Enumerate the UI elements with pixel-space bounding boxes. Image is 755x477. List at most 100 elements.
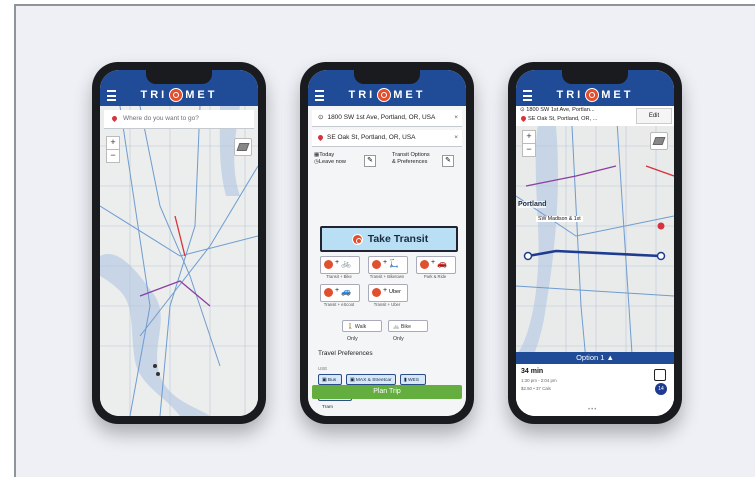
transit-options-selector[interactable]: Transit Options & Preferences: [392, 152, 442, 174]
route-badge: 14: [655, 383, 667, 395]
trimet-logo-icon: [377, 88, 392, 103]
zoom-out-button[interactable]: −: [106, 149, 120, 163]
brand-text: MET: [185, 89, 218, 102]
brand-text: MET: [601, 89, 634, 102]
mode-transit-uber[interactable]: + Uber: [368, 284, 408, 302]
brand-text: TRI: [556, 89, 584, 102]
mode-caption: Transit + Uber: [373, 302, 401, 307]
trip-fare: $2.50 • 37 Cals: [521, 386, 551, 391]
mode-caption: Park & Ride: [423, 274, 447, 279]
pref-bus[interactable]: ▣ Bus: [318, 374, 342, 385]
city-label: Portland: [518, 201, 547, 208]
uber-icon: Uber: [389, 289, 401, 295]
pref-max-streetcar[interactable]: ▣ MAX & Streetcar: [346, 374, 396, 385]
mode-transit-biketown[interactable]: + 🛴: [368, 256, 408, 274]
transit-icon: [324, 288, 333, 297]
pref-label: Bus: [327, 378, 337, 383]
car-share-icon: 🚙: [341, 287, 351, 296]
phone-screen: TRI MET ⊙ 1800 SW 1st Ave, Portland, OR, U…: [308, 70, 466, 416]
clear-icon[interactable]: ×: [454, 130, 458, 146]
train-icon: ▣: [350, 378, 355, 383]
car-icon: 🚗: [437, 259, 447, 268]
from-field[interactable]: ⊙ 1800 SW 1st Ave, Portland, OR, USA ×: [312, 110, 462, 127]
pref-label: MAX & Streetcar: [355, 378, 392, 383]
pagination-dots[interactable]: •••: [588, 407, 597, 413]
brand-text: TRI: [140, 89, 168, 102]
destination-pin-icon: [316, 133, 325, 141]
pref-label: WES: [407, 378, 419, 383]
transit-icon: [420, 260, 429, 269]
zoom-in-button[interactable]: +: [522, 130, 536, 144]
scooter-icon: 🛴: [389, 259, 399, 268]
origin-row: ⊙ 1800 SW 1st Ave, Portlan...: [520, 107, 595, 113]
brand-text: MET: [393, 89, 426, 102]
mode-transit-escoot[interactable]: + 🚙: [320, 284, 360, 302]
trimet-logo: TRI MET: [516, 88, 674, 103]
stop-label: SW Madison & 1st: [536, 216, 583, 222]
transit-icon: [324, 260, 333, 269]
mode-caption: Transit + eScoot: [323, 302, 355, 307]
use-label: USE: [318, 366, 328, 371]
take-transit-button[interactable]: Take Transit: [320, 226, 458, 252]
walk-only-button[interactable]: 🚶 Walk Only: [342, 320, 382, 342]
to-field[interactable]: SE Oak St, Portland, OR, USA ×: [312, 130, 462, 147]
destination-pin-icon: [519, 114, 528, 123]
trimet-logo-icon: [585, 88, 600, 103]
brand-text: TRI: [348, 89, 376, 102]
to-text: SE Oak St, Portland, OR, ...: [528, 116, 598, 122]
trimet-logo: TRI MET: [308, 88, 466, 103]
trip-form: ⊙ 1800 SW 1st Ave, Portland, OR, USA × SE …: [308, 106, 466, 416]
layers-icon[interactable]: [234, 138, 252, 156]
pref-wes[interactable]: ▮ WES: [400, 374, 426, 385]
bike-only-button[interactable]: 🚲 Bike Only: [388, 320, 428, 342]
edit-time-icon[interactable]: ✎: [364, 155, 376, 167]
mode-caption: Transit + Biketown: [369, 274, 405, 279]
transit-icon: [372, 260, 381, 269]
phone-mockup-trip-form: TRI MET ⊙ 1800 SW 1st Ave, Portland, OR, U…: [300, 62, 474, 424]
bike-icon: 🚲: [341, 259, 351, 268]
phone-mockup-map: TRI MET Where do you want to go? + −: [92, 62, 266, 424]
origin-icon: ⊙: [520, 107, 525, 113]
trip-summary-header: ⊙ 1800 SW 1st Ave, Portlan... SE Oak St,…: [516, 106, 674, 126]
zoom-in-button[interactable]: +: [106, 136, 120, 150]
plus-icon: +: [335, 287, 340, 294]
origin-icon: ⊙: [318, 114, 324, 121]
plus-icon: +: [335, 259, 340, 266]
date-label: Today: [319, 152, 335, 158]
plus-icon: +: [431, 259, 436, 266]
trimet-logo-icon: [169, 88, 184, 103]
plus-icon: +: [383, 287, 388, 294]
edit-button[interactable]: Edit: [636, 108, 672, 124]
travel-preferences-heading: Travel Preferences: [318, 350, 373, 357]
option-toggle[interactable]: Option 1 ▲: [516, 352, 674, 364]
mode-park-ride[interactable]: + 🚗: [416, 256, 456, 274]
location-pin-icon: [110, 114, 119, 122]
date-time-selector[interactable]: ▦Today ◷Leave now: [314, 152, 364, 174]
time-label: Leave now: [318, 159, 346, 165]
transit-icon: [372, 288, 381, 297]
phone-notch: [354, 70, 420, 84]
to-text: SE Oak St, Portland, OR, USA: [327, 134, 416, 141]
clear-icon[interactable]: ×: [454, 110, 458, 126]
transit-options-label: Transit Options: [392, 152, 430, 158]
trimet-logo: TRI MET: [100, 88, 258, 103]
edit-options-icon[interactable]: ✎: [442, 155, 454, 167]
layers-icon[interactable]: [650, 132, 668, 150]
bike-icon: 🚲: [393, 324, 400, 330]
plan-trip-button[interactable]: Plan Trip: [312, 385, 462, 399]
phone-mockup-route-result: TRI MET Portland SW Madison & 1st ⊙ 1800…: [508, 62, 682, 424]
mode-transit-bike[interactable]: + 🚲: [320, 256, 360, 274]
from-text: 1800 SW 1st Ave, Portlan...: [526, 107, 595, 113]
phone-notch: [146, 70, 212, 84]
search-placeholder: Where do you want to go?: [123, 115, 199, 122]
destination-row: SE Oak St, Portland, OR, ...: [519, 114, 598, 123]
search-input[interactable]: Where do you want to go?: [104, 110, 254, 129]
preferences-label: & Preferences: [392, 159, 428, 165]
zoom-out-button[interactable]: −: [522, 143, 536, 157]
commuter-rail-icon: ▮: [404, 378, 407, 383]
mode-caption: Transit + Bike: [326, 274, 352, 279]
phone-notch: [562, 70, 628, 84]
from-text: 1800 SW 1st Ave, Portland, OR, USA: [327, 114, 436, 121]
walk-icon: 🚶: [347, 324, 354, 330]
trip-duration: 34 min: [521, 368, 544, 375]
